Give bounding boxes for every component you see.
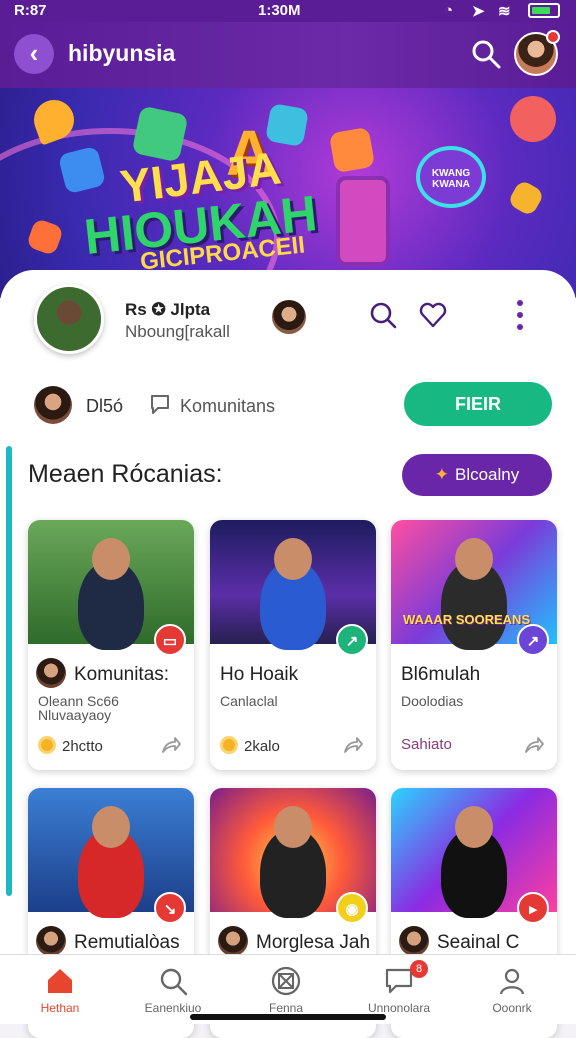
card-title: Morglesa Jah — [256, 932, 371, 953]
member-avatar[interactable] — [272, 300, 306, 334]
card-person-head — [455, 806, 493, 848]
share-icon[interactable] — [160, 734, 182, 756]
page-title: hibyunsia — [68, 40, 176, 66]
card-subtitle: Doolodias — [401, 693, 464, 709]
card-person-head — [274, 806, 312, 848]
gift-tile-icon — [328, 126, 376, 174]
profile-name: Rs ✪ Jlpta — [125, 300, 211, 319]
card-subtitle: Canlaclal — [220, 693, 278, 709]
card-title: Remutialòas — [74, 932, 180, 953]
community-avatar[interactable] — [34, 284, 104, 354]
card-avatar — [218, 926, 248, 956]
card-meta-text: Sahiato — [401, 736, 452, 753]
nav-label: Fenna — [268, 1001, 304, 1015]
member-label: Dl5ó — [86, 396, 124, 416]
search-icon — [160, 968, 188, 996]
card-meta: Sahiato — [401, 736, 452, 753]
share-icon[interactable] — [342, 734, 364, 756]
card-avatar — [36, 926, 66, 956]
banner-badge: KWANG KWANA — [416, 146, 486, 208]
search-icon[interactable] — [368, 300, 398, 330]
card-meta: 2hctto — [38, 736, 103, 755]
member-avatar[interactable] — [34, 386, 72, 424]
nav-label: Eanenkiuo — [144, 1001, 202, 1015]
card-person-head — [274, 538, 312, 580]
bird-icon: ✦ — [434, 465, 449, 484]
home-icon — [48, 969, 72, 993]
more-options-icon[interactable] — [514, 298, 526, 334]
notification-badge: 8 — [410, 960, 428, 978]
community-card[interactable]: ▭ Komunitas: Oleann Sc66 Nluvaayaoy 2hctto — [28, 520, 194, 770]
card-badge-icon[interactable]: ▭ — [154, 624, 186, 656]
card-title: Komunitas: — [74, 664, 170, 685]
status-left-text: R:87 — [14, 2, 47, 19]
card-meta: 2kalo — [220, 736, 280, 755]
user-avatar[interactable] — [514, 30, 560, 76]
navigation-icon: ➤ — [472, 3, 485, 20]
join-button[interactable]: FIEIR — [404, 382, 552, 426]
nav-label: Ooonrk — [492, 1001, 532, 1015]
card-badge-icon[interactable]: ↘ — [154, 892, 186, 924]
hero-banner: A YIJAJA HIOUKAH GICIPROACEII KWANG KWAN… — [0, 88, 576, 298]
section-title: Meaen Rócanias: — [28, 460, 223, 488]
battery-icon — [528, 3, 560, 18]
community-label: Komunitans — [180, 396, 276, 416]
section-button-label: Blcoalny — [454, 465, 520, 484]
profile-icon — [499, 968, 525, 995]
community-card[interactable]: ↗ Ho Hoaik Canlaclal 2kalo — [210, 520, 376, 770]
search-icon[interactable] — [470, 38, 502, 70]
coin-icon — [220, 736, 238, 754]
chat-bubble-icon — [151, 395, 169, 414]
card-person-head — [455, 538, 493, 580]
nav-item-chat[interactable]: Unnonolara — [349, 955, 449, 1019]
wifi-icon: ≋ — [498, 3, 511, 20]
card-badge-icon[interactable]: ▸ — [517, 892, 549, 924]
card-image-label: WAAAR SOOREANS — [403, 612, 531, 627]
location-icon: ◔ — [444, 2, 454, 19]
home-indicator — [190, 1014, 386, 1020]
phone-tile-icon — [336, 176, 390, 266]
card-title: Bl6mulah — [401, 664, 481, 685]
box-icon — [271, 966, 301, 996]
card-subtitle: Oleann Sc66 Nluvaayaoy — [38, 693, 119, 723]
card-avatar — [36, 658, 66, 688]
app-bar: ‹ hibyunsia — [0, 22, 576, 88]
status-time: 1:30M — [258, 2, 301, 19]
card-title: Seainal C — [437, 932, 520, 953]
share-icon[interactable] — [523, 734, 545, 756]
profile-subtitle: Nboung[rakall — [125, 322, 230, 341]
status-bar: R:87 1:30M ◔ ➤ ≋ — [0, 0, 576, 22]
nav-item-home[interactable]: Hethan — [10, 955, 110, 1019]
community-card[interactable]: WAAAR SOOREANS ↗ Bl6mulah Doolodias Sahiato — [391, 520, 557, 770]
card-title: Ho Hoaik — [220, 664, 299, 685]
scroll-indicator — [6, 446, 12, 896]
back-button[interactable]: ‹ — [14, 34, 54, 74]
nav-label: Unnonolara — [367, 1001, 431, 1015]
triangle-icon — [506, 178, 546, 218]
coin-icon — [38, 736, 56, 754]
card-badge-icon[interactable]: ↗ — [336, 624, 368, 656]
heart-icon[interactable] — [418, 300, 448, 330]
card-person-head — [92, 538, 130, 580]
nav-item-profile[interactable]: Ooonrk — [462, 955, 562, 1019]
notification-dot — [546, 30, 560, 44]
nav-item-box[interactable]: Fenna — [236, 955, 336, 1019]
card-meta-text: 2hctto — [62, 738, 103, 755]
nav-label: Hethan — [40, 1001, 80, 1015]
card-person-head — [92, 806, 130, 848]
nav-item-search[interactable]: Eanenkiuo — [123, 955, 223, 1019]
music-note-icon — [510, 96, 556, 142]
section-button[interactable]: ✦ Blcoalny — [402, 454, 552, 496]
card-badge-icon[interactable]: ↗ — [517, 624, 549, 656]
card-avatar — [399, 926, 429, 956]
card-badge-icon[interactable]: ◉ — [336, 892, 368, 924]
card-meta-text: 2kalo — [244, 738, 280, 755]
